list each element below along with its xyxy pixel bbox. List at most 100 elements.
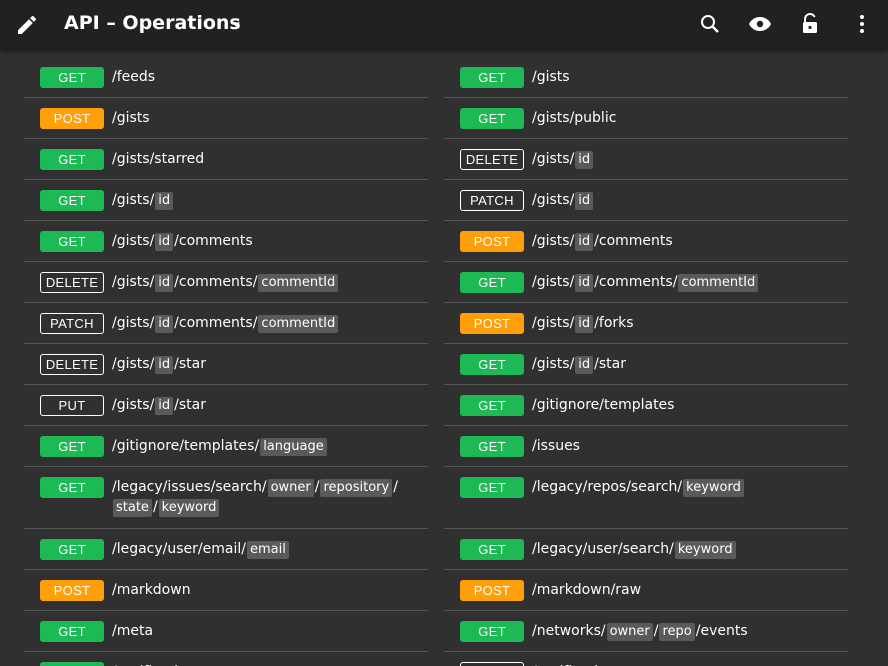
path-segment: /legacy/user/email/ <box>112 541 246 557</box>
operation-path: /gists <box>112 108 150 128</box>
method-badge: GET <box>40 477 104 498</box>
path-parameter: language <box>260 438 327 456</box>
method-badge: GET <box>460 395 524 416</box>
operation-row[interactable]: GET/gitignore/templates <box>444 385 848 426</box>
operation-path: /legacy/user/email/email <box>112 539 290 559</box>
path-segment: /gists/ <box>532 233 575 249</box>
method-badge: GET <box>460 108 524 129</box>
operation-row[interactable]: GET/gists/id/comments <box>24 221 428 262</box>
operation-path: /gists/id <box>532 190 594 210</box>
operation-row[interactable]: GET/legacy/issues/search/owner / repositor… <box>24 467 428 529</box>
method-badge: GET <box>460 477 524 498</box>
path-parameter: owner <box>606 623 653 641</box>
operation-row[interactable]: GET/legacy/user/email/email <box>24 529 428 570</box>
operation-row[interactable]: PATCH/gists/id/comments/commentId <box>24 303 428 344</box>
operation-row[interactable]: GET/meta <box>24 611 428 652</box>
method-badge: PUT <box>460 662 524 666</box>
path-segment: /comments <box>594 233 673 249</box>
operation-row[interactable]: POST/markdown/raw <box>444 570 848 611</box>
page-title[interactable]: API – Operations <box>64 12 241 34</box>
operation-row[interactable]: GET/gists/id/comments/commentId <box>444 262 848 303</box>
operation-row[interactable]: GET/notifications <box>24 652 428 666</box>
visibility-icon[interactable] <box>748 12 772 36</box>
operation-row[interactable]: GET/gists/id <box>24 180 428 221</box>
operation-row[interactable]: GET/gists/starred <box>24 139 428 180</box>
operations-list: GET/feeds POST/gists GET/gists/starred GET /… <box>0 49 888 666</box>
operation-row[interactable]: GET/gitignore/templates/language <box>24 426 428 467</box>
path-segment: /gists/ <box>532 274 575 290</box>
path-segment: /markdown <box>112 582 191 598</box>
path-segment: /networks/ <box>532 623 606 639</box>
method-badge: GET <box>40 436 104 457</box>
operation-row[interactable]: POST/markdown <box>24 570 428 611</box>
dropdown-caret-icon[interactable] <box>226 14 246 34</box>
path-segment: / <box>653 623 659 639</box>
operation-row[interactable]: POST/gists/id/forks <box>444 303 848 344</box>
operation-path: /notifications <box>112 662 203 666</box>
search-icon[interactable] <box>698 12 722 36</box>
path-segment: /feeds <box>112 69 156 85</box>
operation-path: /gists/id/forks <box>532 313 634 333</box>
method-badge: POST <box>40 108 104 129</box>
operation-path: /gists/id/star <box>112 354 206 374</box>
operation-row[interactable]: GET/feeds <box>24 57 428 98</box>
operation-row[interactable]: GET/issues <box>444 426 848 467</box>
method-badge: GET <box>460 272 524 293</box>
path-segment: /legacy/repos/search/ <box>532 479 683 495</box>
path-segment: /gists/ <box>112 274 155 290</box>
operation-path: /legacy/repos/search/keyword <box>532 477 852 497</box>
lock-open-icon[interactable] <box>798 12 822 36</box>
more-vert-icon[interactable] <box>850 12 874 36</box>
operation-row[interactable]: PUT/notifications <box>444 652 848 666</box>
operation-path: /gists <box>532 67 570 87</box>
path-segment: /gists/starred <box>112 151 205 167</box>
edit-icon[interactable] <box>15 13 39 37</box>
path-parameter: id <box>575 274 594 292</box>
path-segment: / <box>314 479 320 495</box>
operation-row[interactable]: DELETE/gists/id/comments/commentId <box>24 262 428 303</box>
path-parameter: id <box>575 356 594 374</box>
path-segment: /forks <box>594 315 634 331</box>
operation-row[interactable]: GET/networks/owner / repo/events <box>444 611 848 652</box>
operation-row[interactable]: GET/legacy/user/search/keyword <box>444 529 848 570</box>
method-badge: GET <box>40 662 104 666</box>
method-badge: POST <box>460 580 524 601</box>
operation-path: /networks/owner / repo/events <box>532 621 748 641</box>
path-parameter: id <box>575 315 594 333</box>
path-parameter: commentId <box>258 315 339 333</box>
operation-row[interactable]: DELETE/gists/id/star <box>24 344 428 385</box>
method-badge: GET <box>40 621 104 642</box>
operation-row[interactable]: POST/gists <box>24 98 428 139</box>
operation-row[interactable]: GET/legacy/repos/search/keyword <box>444 467 848 529</box>
method-badge: GET <box>40 539 104 560</box>
method-badge: GET <box>460 354 524 375</box>
app-bar: API – Operations <box>0 0 888 49</box>
operation-path: /gists/id/comments <box>112 231 253 251</box>
operation-row[interactable]: GET/gists/public <box>444 98 848 139</box>
path-segment: /star <box>174 397 207 413</box>
operation-row[interactable]: PUT/gists/id/star <box>24 385 428 426</box>
method-badge: GET <box>460 539 524 560</box>
operation-row[interactable]: POST/gists/id/comments <box>444 221 848 262</box>
path-segment: /gists/ <box>112 233 155 249</box>
path-parameter: id <box>575 192 594 210</box>
operation-path: /gists/starred <box>112 149 204 169</box>
operation-row[interactable]: GET/gists/id/star <box>444 344 848 385</box>
method-badge: GET <box>40 231 104 252</box>
method-badge: GET <box>460 67 524 88</box>
operation-path: /gists/id/star <box>112 395 206 415</box>
operation-row[interactable]: GET/gists <box>444 57 848 98</box>
operation-path: /gists/id/star <box>532 354 626 374</box>
path-segment: /comments/ <box>174 315 258 331</box>
operation-row[interactable]: PATCH/gists/id <box>444 180 848 221</box>
path-parameter: keyword <box>674 541 736 559</box>
path-segment: /comments <box>174 233 253 249</box>
operation-row[interactable]: DELETE/gists/id <box>444 139 848 180</box>
method-badge: GET <box>460 621 524 642</box>
path-segment: /star <box>594 356 627 372</box>
path-segment: /gists/public <box>532 110 617 126</box>
path-segment: /gists/ <box>112 356 155 372</box>
path-segment: /comments/ <box>594 274 678 290</box>
path-parameter: owner <box>267 479 314 497</box>
path-segment: / <box>393 479 398 495</box>
